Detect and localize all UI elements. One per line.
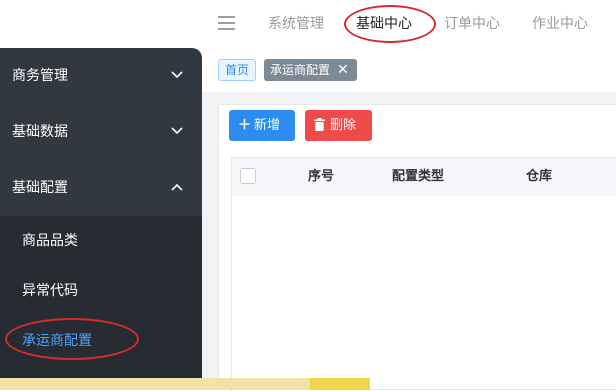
- data-panel: ＋新增 删除 序号 配置类型 仓库: [218, 104, 616, 391]
- breadcrumb-home-tag[interactable]: 首页: [218, 59, 257, 81]
- select-all-checkbox[interactable]: [240, 168, 256, 184]
- breadcrumb: 首页 承运商配置 ✕: [202, 48, 616, 92]
- add-button-label: 新增: [254, 118, 281, 133]
- sidebar: 商务管理 基础数据 基础配置 商品品类 异常代码 承运商配置: [0, 48, 202, 390]
- trash-icon: [314, 118, 325, 131]
- breadcrumb-current-label: 承运商配置: [270, 63, 331, 77]
- sidebar-item-label: 异常代码: [22, 283, 78, 299]
- sidebar-group-label: 商务管理: [12, 68, 68, 84]
- sidebar-item-label: 承运商配置: [22, 333, 92, 349]
- chevron-down-icon: [171, 127, 183, 135]
- breadcrumb-current-tag[interactable]: 承运商配置 ✕: [264, 59, 357, 81]
- sidebar-group-business[interactable]: 商务管理: [0, 48, 202, 104]
- sidebar-item-carrier-config[interactable]: 承运商配置: [0, 316, 202, 366]
- chevron-up-icon: [171, 183, 183, 191]
- add-button[interactable]: ＋新增: [229, 110, 295, 141]
- sidebar-group-label: 基础数据: [12, 124, 68, 140]
- nav-tab-base-center[interactable]: 基础中心: [356, 13, 412, 35]
- sidebar-group-base-config[interactable]: 基础配置: [0, 160, 202, 216]
- top-navbar: 系统管理 基础中心 订单中心 作业中心: [0, 0, 616, 48]
- sidebar-item-label: 商品品类: [22, 233, 78, 249]
- nav-tab-order-center[interactable]: 订单中心: [444, 13, 500, 35]
- sidebar-item-product-category[interactable]: 商品品类: [0, 216, 202, 266]
- delete-button[interactable]: 删除: [305, 110, 372, 141]
- delete-button-label: 删除: [330, 118, 357, 133]
- table-header: 序号 配置类型 仓库: [232, 158, 616, 196]
- nav-tab-system-management[interactable]: 系统管理: [268, 13, 324, 35]
- column-header-warehouse[interactable]: 仓库: [526, 168, 552, 186]
- data-table: 序号 配置类型 仓库: [231, 157, 616, 391]
- sidebar-item-exception-code[interactable]: 异常代码: [0, 266, 202, 316]
- background-highlight-strip: [0, 378, 370, 390]
- nav-tab-operation-center[interactable]: 作业中心: [532, 13, 588, 35]
- chevron-down-icon: [171, 71, 183, 79]
- sidebar-submenu: 商品品类 异常代码 承运商配置: [0, 216, 202, 390]
- column-header-config-type[interactable]: 配置类型: [392, 168, 444, 186]
- plus-icon: ＋: [238, 118, 252, 133]
- hamburger-icon[interactable]: [218, 15, 236, 31]
- main-content: 首页 承运商配置 ✕ ＋新增 删除 序号 配置类型 仓库: [202, 48, 616, 391]
- highlight-mark: [310, 378, 370, 390]
- close-icon[interactable]: ✕: [337, 59, 349, 81]
- column-header-index[interactable]: 序号: [308, 168, 334, 186]
- sidebar-group-label: 基础配置: [12, 180, 68, 196]
- sidebar-group-base-data[interactable]: 基础数据: [0, 104, 202, 160]
